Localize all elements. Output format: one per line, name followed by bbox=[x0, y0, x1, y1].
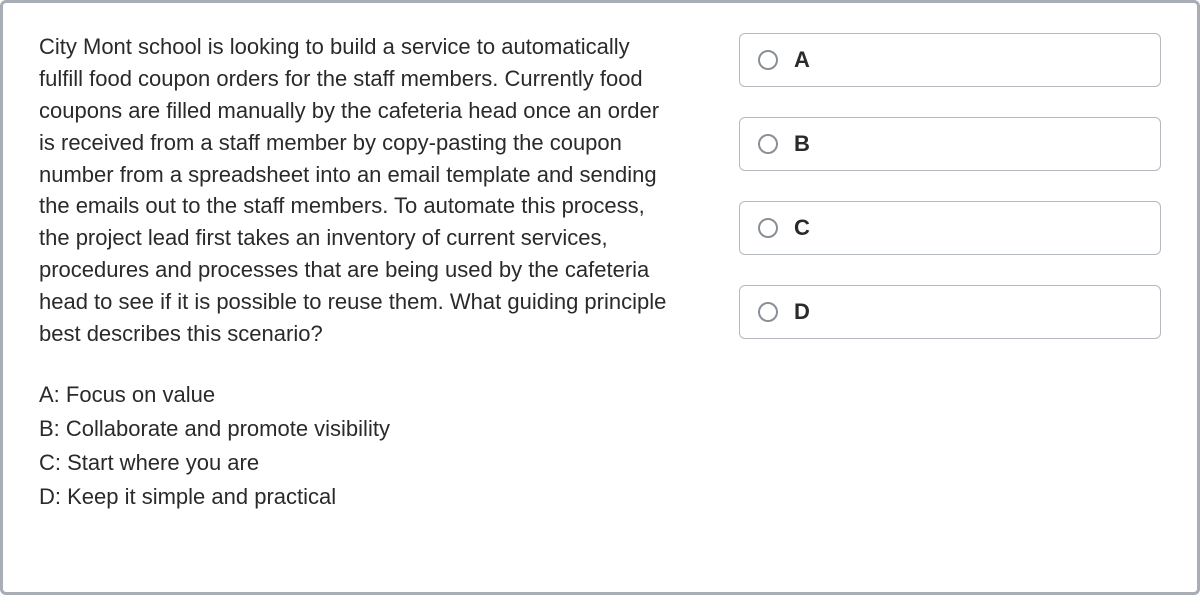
option-a-label: A bbox=[794, 47, 810, 73]
option-a[interactable]: A bbox=[739, 33, 1161, 87]
option-c-label: C bbox=[794, 215, 810, 241]
answer-key-c: C: Start where you are bbox=[39, 446, 679, 480]
question-card: City Mont school is looking to build a s… bbox=[0, 0, 1200, 595]
answer-key-b: B: Collaborate and promote visibility bbox=[39, 412, 679, 446]
answer-key-d: D: Keep it simple and practical bbox=[39, 480, 679, 514]
answer-key-a: A: Focus on value bbox=[39, 378, 679, 412]
radio-icon bbox=[758, 218, 778, 238]
option-c[interactable]: C bbox=[739, 201, 1161, 255]
option-d-label: D bbox=[794, 299, 810, 325]
radio-icon bbox=[758, 302, 778, 322]
question-text: City Mont school is looking to build a s… bbox=[39, 31, 679, 350]
options-column: A B C D bbox=[739, 31, 1161, 562]
option-d[interactable]: D bbox=[739, 285, 1161, 339]
radio-icon bbox=[758, 50, 778, 70]
option-b[interactable]: B bbox=[739, 117, 1161, 171]
radio-icon bbox=[758, 134, 778, 154]
answer-key-list: A: Focus on value B: Collaborate and pro… bbox=[39, 378, 679, 514]
option-b-label: B bbox=[794, 131, 810, 157]
question-column: City Mont school is looking to build a s… bbox=[39, 31, 679, 562]
